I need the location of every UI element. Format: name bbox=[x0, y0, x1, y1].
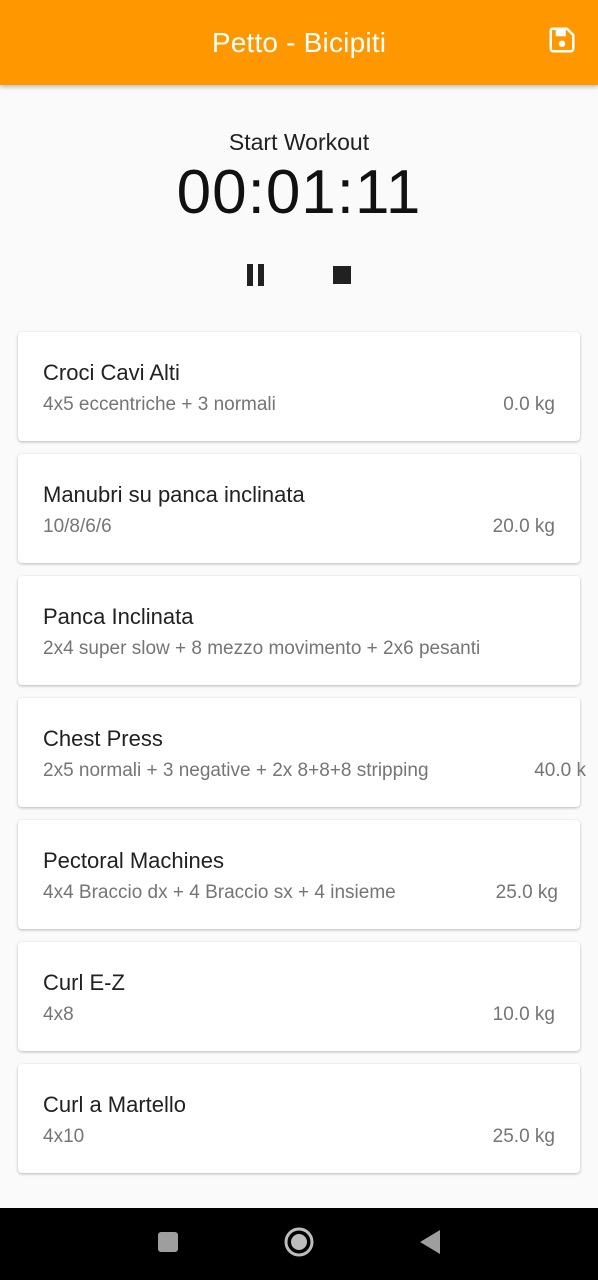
exercise-card[interactable]: Pectoral Machines 4x4 Braccio dx + 4 Bra… bbox=[18, 820, 580, 929]
exercise-name: Croci Cavi Alti bbox=[43, 360, 180, 385]
timer-panel: Start Workout 00:01:11 bbox=[0, 85, 598, 330]
recent-apps-icon bbox=[156, 1230, 180, 1259]
exercise-name: Curl E-Z bbox=[43, 970, 125, 995]
exercise-card[interactable]: Croci Cavi Alti 4x5 eccentriche + 3 norm… bbox=[18, 332, 580, 441]
back-icon bbox=[417, 1228, 443, 1261]
exercise-name: Pectoral Machines bbox=[43, 848, 224, 873]
exercise-card[interactable]: Panca Inclinata 2x4 super slow + 8 mezzo… bbox=[18, 576, 580, 685]
exercise-weight: 40.0 k bbox=[534, 760, 586, 781]
exercise-weight: 0.0 kg bbox=[503, 394, 555, 415]
save-icon bbox=[547, 25, 577, 60]
system-nav-bar bbox=[0, 1208, 598, 1280]
timer-value: 00:01:11 bbox=[176, 158, 422, 227]
exercise-scheme: 10/8/6/6 bbox=[43, 516, 112, 537]
exercise-scheme: 4x5 eccentriche + 3 normali bbox=[43, 394, 276, 415]
exercise-scheme: 4x8 bbox=[43, 1004, 74, 1025]
pause-button[interactable] bbox=[236, 257, 276, 297]
exercise-weight: 10.0 kg bbox=[492, 1004, 555, 1025]
recent-apps-button[interactable] bbox=[152, 1228, 184, 1260]
exercise-card[interactable]: Curl a Martello 4x10 25.0 kg bbox=[18, 1064, 580, 1173]
exercise-card[interactable]: Curl E-Z 4x8 10.0 kg bbox=[18, 942, 580, 1051]
save-button[interactable] bbox=[546, 26, 578, 58]
exercise-weight: 25.0 kg bbox=[495, 882, 558, 903]
exercise-scheme: 4x10 bbox=[43, 1126, 85, 1147]
home-button[interactable] bbox=[283, 1226, 315, 1263]
timer-label: Start Workout bbox=[228, 129, 370, 155]
exercise-card[interactable]: Manubri su panca inclinata 10/8/6/6 20.0… bbox=[18, 454, 580, 563]
exercise-scheme: 2x4 super slow + 8 mezzo movimento + 2x6… bbox=[43, 638, 481, 659]
exercise-weight: 25.0 kg bbox=[492, 1126, 555, 1147]
exercise-name: Manubri su panca inclinata bbox=[43, 482, 305, 507]
stop-button[interactable] bbox=[322, 257, 362, 297]
exercise-name: Curl a Martello bbox=[43, 1092, 187, 1117]
exercise-weight: 20.0 kg bbox=[492, 516, 555, 537]
home-icon bbox=[283, 1226, 315, 1263]
page-title: Petto - Bicipiti bbox=[211, 26, 387, 58]
app-bar: Petto - Bicipiti bbox=[0, 0, 598, 85]
exercise-name: Chest Press bbox=[43, 726, 163, 751]
pause-icon bbox=[245, 263, 267, 292]
exercise-list: Croci Cavi Alti 4x5 eccentriche + 3 norm… bbox=[18, 332, 586, 1186]
stop-icon bbox=[332, 265, 352, 290]
back-button[interactable] bbox=[414, 1228, 446, 1260]
exercise-scheme: 2x5 normali + 3 negative + 2x 8+8+8 stri… bbox=[43, 760, 429, 781]
exercise-name: Panca Inclinata bbox=[43, 604, 194, 629]
exercise-card[interactable]: Chest Press 2x5 normali + 3 negative + 2… bbox=[18, 698, 586, 807]
exercise-scheme: 4x4 Braccio dx + 4 Braccio sx + 4 insiem… bbox=[43, 882, 396, 903]
